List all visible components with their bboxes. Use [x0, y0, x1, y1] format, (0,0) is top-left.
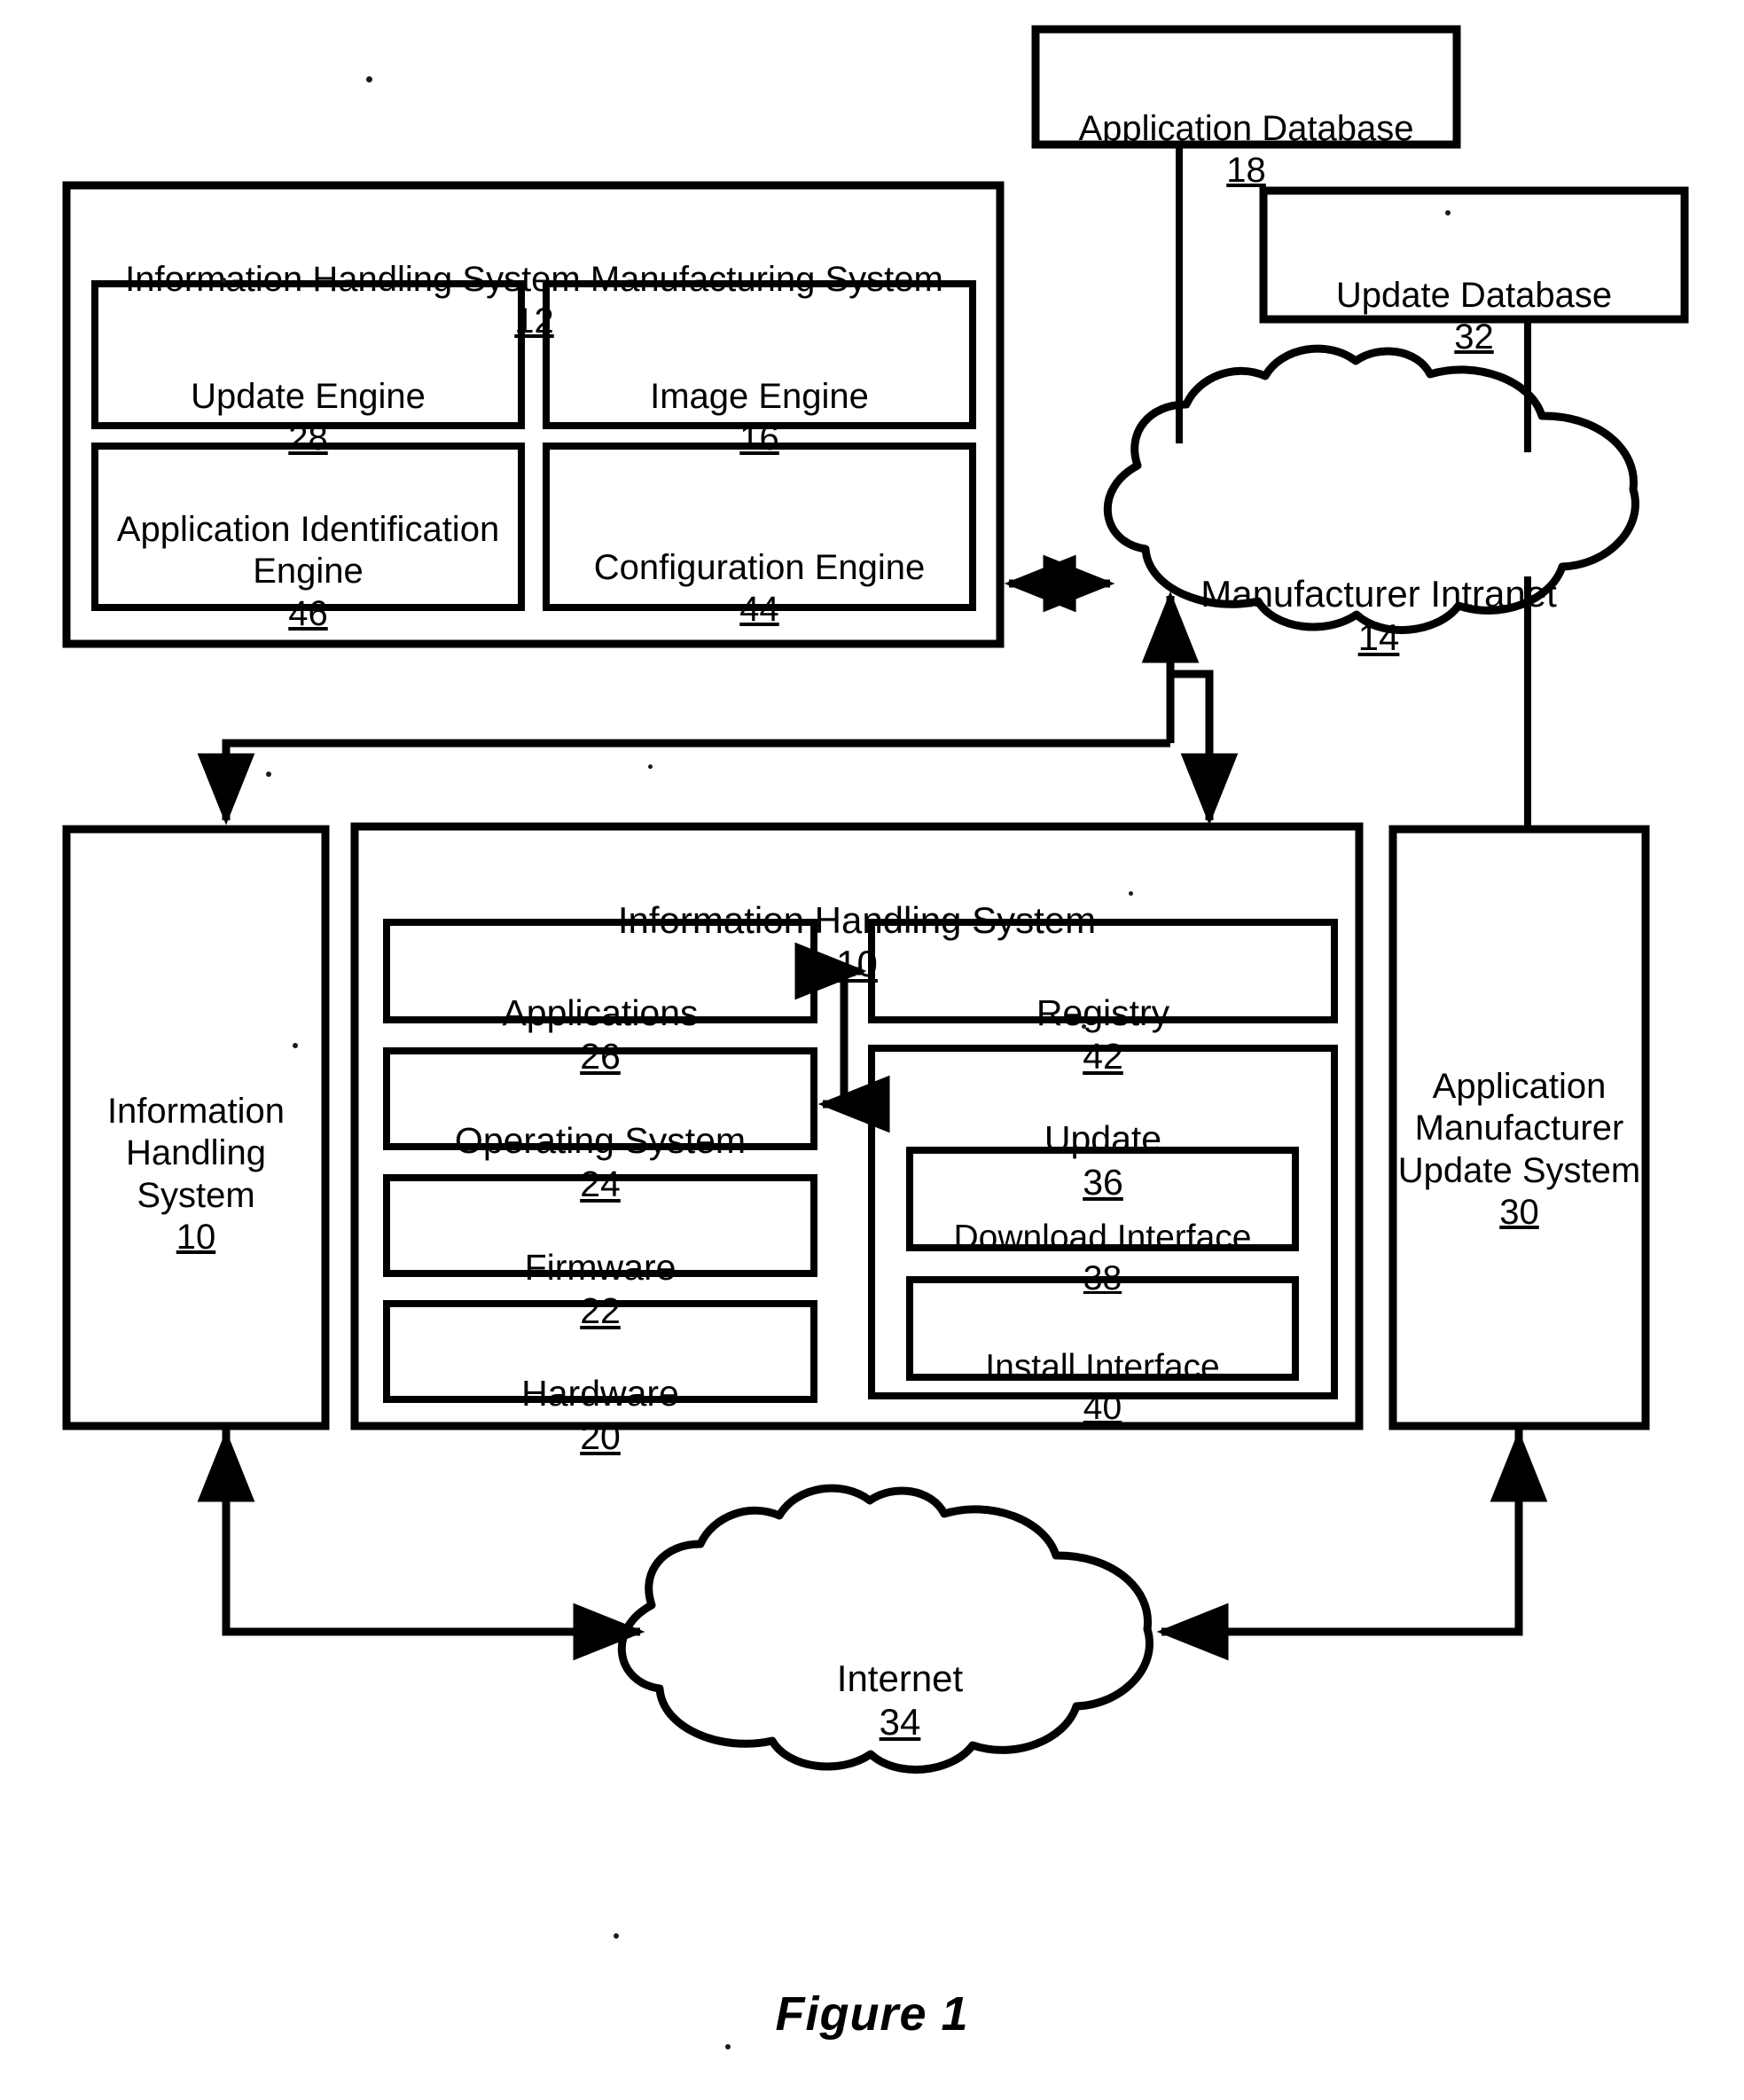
- scan-speck: [293, 1043, 298, 1048]
- box-hardware: [383, 1300, 817, 1403]
- patent-figure-page: Application Database 18 Update Database …: [0, 0, 1744, 2100]
- box-install-interface: [906, 1276, 1299, 1381]
- scan-speck: [725, 2044, 731, 2049]
- cloud-manufacturer-intranet: [1103, 344, 1639, 634]
- box-manufacturing-system: [62, 181, 1005, 648]
- scan-speck: [266, 772, 271, 777]
- arrow-information-handling-system-left-to-internet: [222, 1426, 645, 1661]
- box-information-handling-system-left: [62, 825, 330, 1430]
- cloud-internet: [617, 1484, 1154, 1774]
- box-application-identification-engine: [91, 443, 525, 611]
- box-operating-system: [383, 1047, 817, 1150]
- scan-speck: [614, 1933, 619, 1939]
- box-applications: [383, 919, 817, 1023]
- box-update-engine: [91, 280, 525, 429]
- arrow-registry-to-operating-system: [817, 971, 890, 1133]
- scan-speck: [221, 278, 226, 283]
- box-application-database: [1031, 25, 1461, 149]
- box-download-interface: [906, 1147, 1299, 1251]
- box-update: [868, 1045, 1338, 1399]
- box-registry: [868, 919, 1338, 1023]
- box-firmware: [383, 1174, 817, 1277]
- scan-speck: [648, 764, 653, 769]
- box-configuration-engine: [543, 443, 976, 611]
- box-app-manufacturer-update-system: [1388, 825, 1650, 1430]
- scan-speck: [1129, 891, 1133, 896]
- scan-speck: [1082, 1024, 1086, 1029]
- box-update-database: [1259, 186, 1689, 324]
- scan-speck: [1445, 210, 1451, 215]
- box-information-handling-system-main: [350, 822, 1364, 1430]
- diagram-canvas: [62, 25, 1689, 1774]
- box-image-engine: [543, 280, 976, 429]
- arrow-intranet-to-information-handling-system-main: [1170, 670, 1239, 826]
- arrow-app-manufacturer-update-system-to-internet: [1156, 1426, 1523, 1661]
- scan-speck: [366, 76, 372, 82]
- figure-caption: Figure 1: [775, 1987, 969, 2041]
- arrow-intranet-to-information-handling-system-left: [197, 739, 1170, 826]
